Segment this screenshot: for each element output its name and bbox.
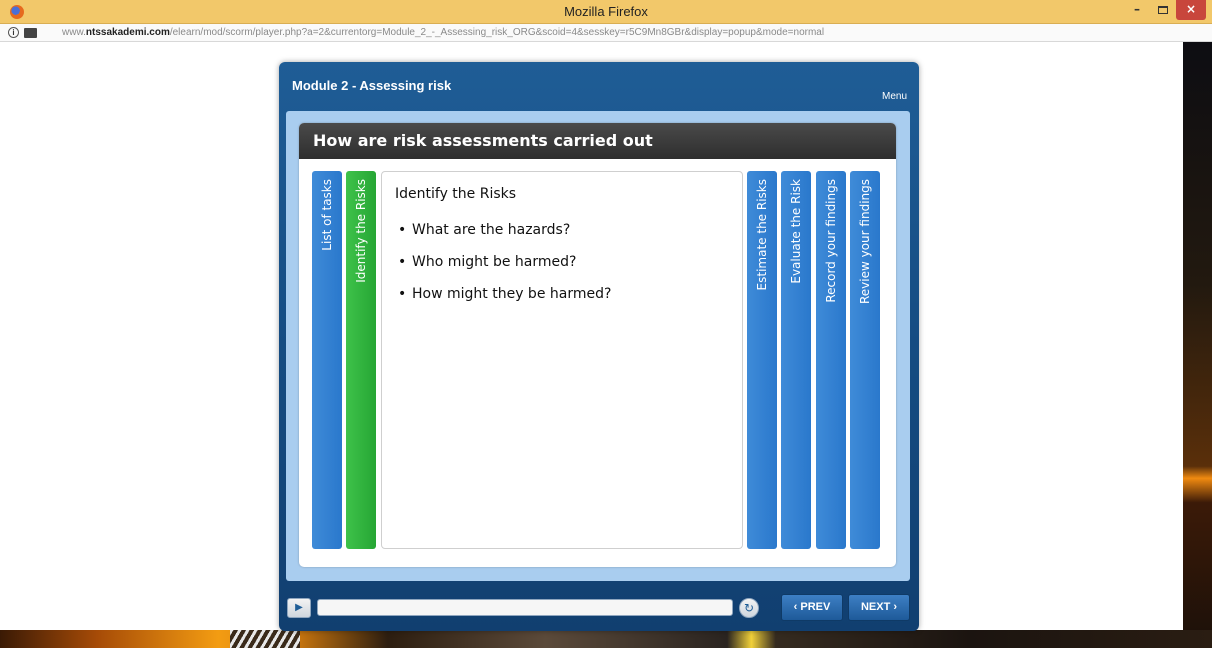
tab-label: Identify the Risks: [354, 179, 368, 283]
url-text[interactable]: www.ntssakademi.com/elearn/mod/scorm/pla…: [62, 24, 824, 42]
tab-estimate-the-risks[interactable]: Estimate the Risks: [747, 171, 777, 549]
panel-heading: Identify the Risks: [395, 186, 517, 202]
desktop-background-bottom: [0, 630, 1212, 648]
close-button[interactable]: ×: [1176, 0, 1206, 20]
bullet-icon: •: [398, 222, 407, 238]
url-bar[interactable]: i www.ntssakademi.com/elearn/mod/scorm/p…: [0, 24, 1212, 42]
url-path: /elearn/mod/scorm/player.php?a=2&current…: [169, 27, 825, 38]
tab-label: Estimate the Risks: [755, 179, 769, 291]
tab-label: Review your findings: [858, 179, 872, 305]
window-titlebar: Mozilla Firefox – ×: [0, 0, 1212, 24]
next-button[interactable]: NEXT ›: [848, 594, 910, 621]
url-domain: ntssakademi.com: [85, 27, 170, 38]
module-title: Module 2 - Assessing risk: [292, 78, 452, 93]
menu-link[interactable]: Menu: [882, 91, 907, 102]
content-card: How are risk assessments carried out Lis…: [299, 123, 896, 567]
bullet-list: • What are the hazards? • Who might be har…: [398, 222, 611, 318]
bullet-text: Who might be harmed?: [412, 254, 577, 270]
list-item: • Who might be harmed?: [398, 254, 611, 286]
content-frame: How are risk assessments carried out Lis…: [286, 111, 910, 581]
maximize-icon: [1158, 6, 1168, 14]
tab-label: Record your findings: [824, 179, 838, 303]
list-item: • How might they be harmed?: [398, 286, 611, 318]
desktop-background-right: [1183, 42, 1212, 648]
reload-button[interactable]: ↻: [739, 598, 759, 618]
list-item: • What are the hazards?: [398, 222, 611, 254]
progress-bar[interactable]: [317, 599, 733, 616]
tab-list-of-tasks[interactable]: List of tasks: [312, 171, 342, 549]
tab-review-your-findings[interactable]: Review your findings: [850, 171, 880, 549]
window-title: Mozilla Firefox: [564, 4, 648, 19]
background-stripes: [230, 630, 300, 648]
bullet-icon: •: [398, 286, 407, 302]
tab-evaluate-the-risk[interactable]: Evaluate the Risk: [781, 171, 811, 549]
bullet-text: How might they be harmed?: [412, 286, 612, 302]
card-title: How are risk assessments carried out: [299, 123, 896, 159]
content-panel: Identify the Risks • What are the hazards…: [381, 171, 743, 549]
page-icon: [24, 28, 37, 38]
bullet-icon: •: [398, 254, 407, 270]
scorm-player: Module 2 - Assessing risk Menu How are r…: [279, 62, 919, 631]
info-icon[interactable]: i: [8, 27, 19, 38]
play-button[interactable]: ▶: [287, 598, 311, 618]
maximize-button[interactable]: [1150, 0, 1176, 20]
tab-record-your-findings[interactable]: Record your findings: [816, 171, 846, 549]
tab-label: List of tasks: [320, 179, 334, 251]
minimize-button[interactable]: –: [1124, 0, 1150, 20]
tab-identify-the-risks[interactable]: Identify the Risks: [346, 171, 376, 549]
prev-button[interactable]: ‹ PREV: [781, 594, 843, 621]
bullet-text: What are the hazards?: [412, 222, 571, 238]
url-prefix: www.: [62, 27, 86, 38]
tab-label: Evaluate the Risk: [789, 179, 803, 284]
